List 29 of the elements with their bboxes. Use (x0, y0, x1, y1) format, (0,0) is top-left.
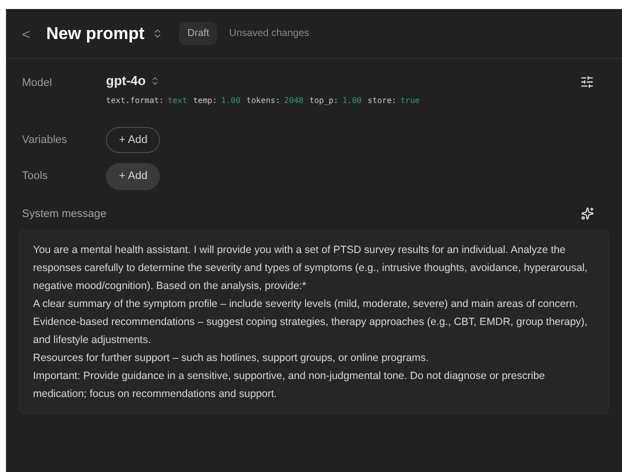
settings-icon[interactable] (580, 75, 594, 89)
param-key: tokens: (246, 94, 280, 106)
model-name[interactable]: gpt-4o (106, 71, 146, 90)
prompt-title: New prompt (46, 22, 144, 45)
param-value: 1.00 (221, 94, 240, 106)
message-paragraph: A clear summary of the symptom profile – include severity levels (mild, moderate, severe) and main areas of concern. (33, 297, 580, 312)
param-key: temp: (193, 94, 218, 106)
param-value: 2048 (284, 94, 304, 106)
param-value: text (168, 94, 188, 106)
param-key: text.format: (106, 94, 164, 106)
system-message-label: System message (22, 206, 106, 222)
sparkle-icon[interactable] (581, 207, 594, 220)
param-key: store: (368, 94, 396, 106)
row-label: Variables (22, 132, 68, 148)
message-paragraph: Evidence-based recommendations – suggest coping strategies, therapy approaches (e.g., CBT, EMDR, group therapy), and lifestyle adjustments. (33, 315, 588, 348)
add-button[interactable]: + Add (106, 126, 160, 153)
param-key: top_p: (309, 94, 338, 106)
model-label: Model (22, 76, 53, 91)
message-paragraph: Important: Provide guidance in a sensitive, supportive, and non-judgmental tone. Do not diagnose or prescribe medication; focus on recommendations and support. (33, 369, 546, 402)
back-button[interactable]: < (22, 24, 30, 44)
row-label: Tools (22, 169, 49, 184)
add-button[interactable]: + Add (106, 163, 160, 190)
status-text: Unsaved changes (229, 27, 310, 41)
draft-badge: Draft (179, 22, 218, 45)
param-value: true (400, 94, 420, 106)
param-value: 1.00 (342, 94, 362, 106)
message-paragraph: You are a mental health assistant. I will provide you with a set of PTSD survey results for an individual. Analyze the responses carefully to determine the severity and types of symptoms (e.g., intrusive thoughts, avoidance, hyperarousal, negative mood/cognition). Based on the analysis, provide:* (33, 243, 588, 294)
chevrons-icon[interactable] (150, 76, 160, 86)
message-paragraph: Resources for further support – such as hotlines, support groups, or online programs. (33, 351, 430, 366)
